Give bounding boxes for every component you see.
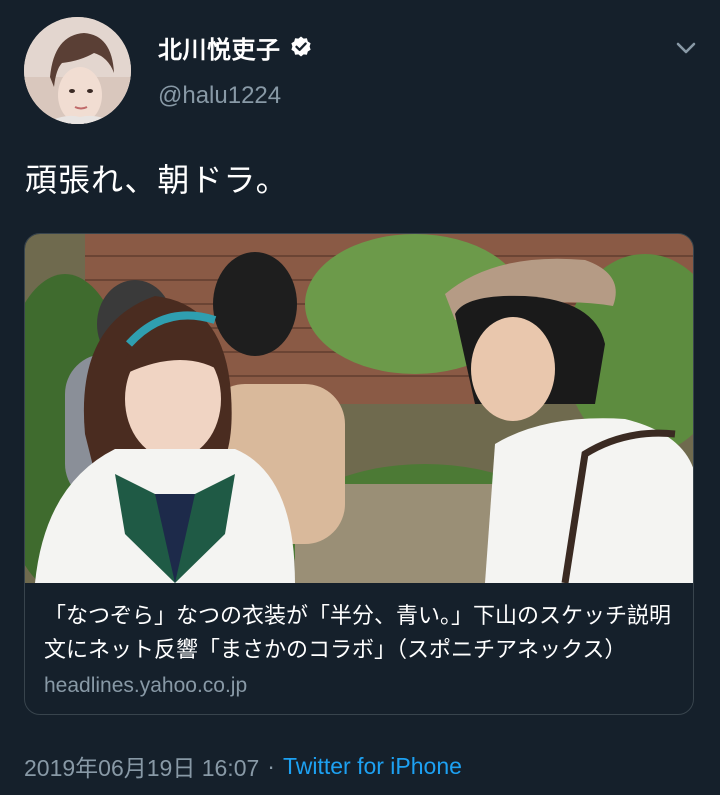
tweet-text: 頑張れ、朝ドラ。 xyxy=(25,161,289,199)
tweet-meta: 2019年06月19日 16:07 · Twitter for iPhone xyxy=(24,749,462,783)
link-card[interactable]: 「なつぞら」なつの衣装が「半分、青い。」下山のスケッチ説明文にネット反響「まさか… xyxy=(24,233,694,715)
card-image[interactable] xyxy=(25,234,693,583)
chevron-down-icon[interactable] xyxy=(672,34,700,62)
card-domain[interactable]: headlines.yahoo.co.jp xyxy=(44,674,247,698)
tweet-timestamp[interactable]: 2019年06月19日 16:07 xyxy=(24,749,259,783)
verified-badge-icon xyxy=(290,36,311,57)
avatar[interactable] xyxy=(24,17,131,124)
card-title[interactable]: 「なつぞら」なつの衣装が「半分、青い。」下山のスケッチ説明文にネット反響「まさか… xyxy=(44,600,684,668)
author-handle[interactable]: @halu1224 xyxy=(158,82,281,110)
card-photo xyxy=(25,234,693,583)
tweet-source-link[interactable]: Twitter for iPhone xyxy=(283,753,462,780)
avatar-image xyxy=(24,17,131,124)
author-name-row[interactable]: 北川悦吏子 xyxy=(158,30,313,64)
author-display-name[interactable]: 北川悦吏子 xyxy=(158,30,281,65)
meta-separator: · xyxy=(267,752,275,779)
